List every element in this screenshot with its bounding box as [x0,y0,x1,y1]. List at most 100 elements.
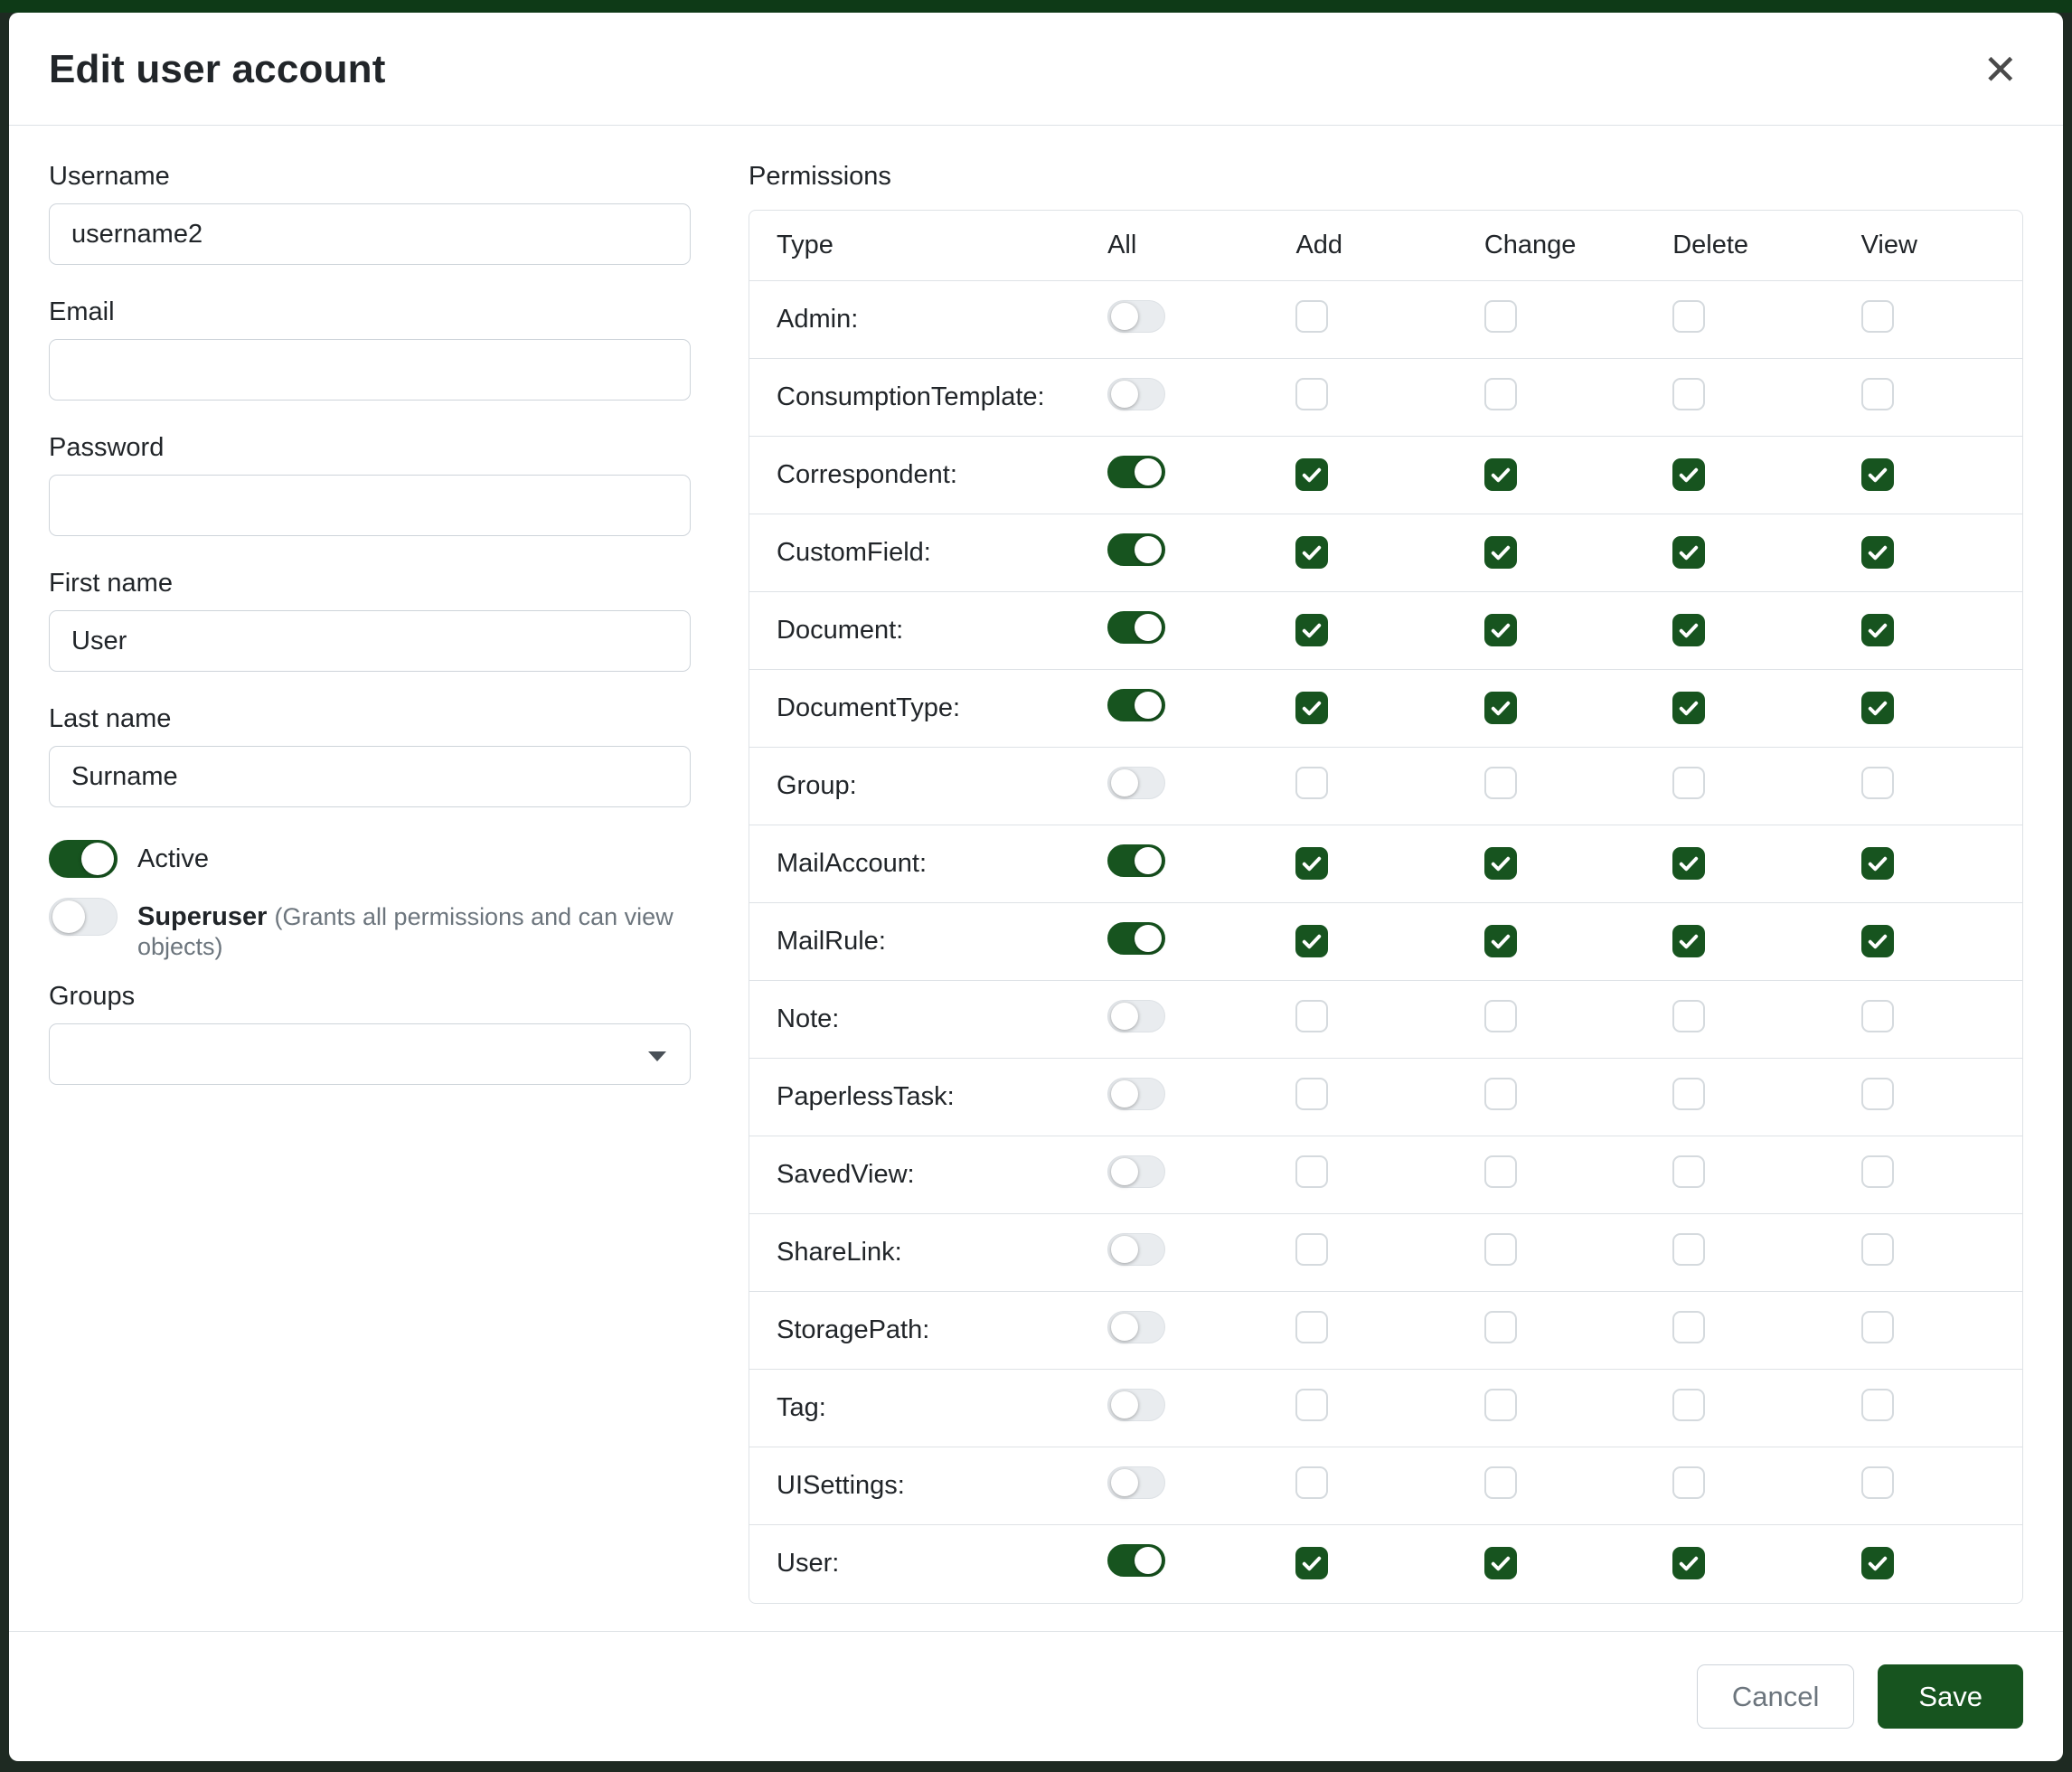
email-field[interactable] [49,339,691,401]
active-toggle[interactable] [49,840,118,878]
permission-change-checkbox[interactable] [1484,925,1517,957]
permission-delete-checkbox[interactable] [1672,1311,1705,1343]
permission-view-checkbox[interactable] [1861,1389,1894,1421]
permission-view-checkbox[interactable] [1861,378,1894,410]
permission-change-checkbox[interactable] [1484,1000,1517,1032]
permission-add-checkbox[interactable] [1295,1000,1328,1032]
save-button[interactable]: Save [1878,1664,2023,1729]
permission-all-toggle[interactable] [1107,611,1165,644]
permission-all-toggle[interactable] [1107,689,1165,721]
permission-add-checkbox[interactable] [1295,1155,1328,1188]
permission-change-checkbox[interactable] [1484,1311,1517,1343]
permission-view-checkbox[interactable] [1861,692,1894,724]
permission-view-checkbox[interactable] [1861,1078,1894,1110]
permission-view-checkbox[interactable] [1861,1547,1894,1579]
permission-all-toggle[interactable] [1107,844,1165,877]
permission-view-checkbox[interactable] [1861,536,1894,569]
permission-change-checkbox[interactable] [1484,1547,1517,1579]
permission-change-checkbox[interactable] [1484,1155,1517,1188]
permission-all-toggle[interactable] [1107,1000,1165,1032]
permission-view-checkbox[interactable] [1861,1466,1894,1499]
permission-view-checkbox[interactable] [1861,1155,1894,1188]
permission-add-checkbox[interactable] [1295,1466,1328,1499]
permission-view-checkbox[interactable] [1861,300,1894,333]
permission-add-checkbox[interactable] [1295,1311,1328,1343]
permission-view-checkbox[interactable] [1861,1311,1894,1343]
permission-change-cell [1457,1136,1645,1214]
permission-change-checkbox[interactable] [1484,1078,1517,1110]
permission-view-checkbox[interactable] [1861,458,1894,491]
permission-add-checkbox[interactable] [1295,300,1328,333]
groups-select[interactable] [49,1023,691,1085]
permission-add-checkbox[interactable] [1295,614,1328,646]
permission-delete-checkbox[interactable] [1672,378,1705,410]
permission-change-checkbox[interactable] [1484,300,1517,333]
permission-delete-checkbox[interactable] [1672,458,1705,491]
permission-change-checkbox[interactable] [1484,614,1517,646]
permission-view-checkbox[interactable] [1861,1233,1894,1266]
last-name-field[interactable] [49,746,691,807]
permission-delete-cell [1645,1136,1833,1214]
permission-delete-checkbox[interactable] [1672,1547,1705,1579]
permission-change-checkbox[interactable] [1484,378,1517,410]
permission-all-toggle[interactable] [1107,1544,1165,1577]
permission-change-checkbox[interactable] [1484,692,1517,724]
permission-add-checkbox[interactable] [1295,692,1328,724]
permission-view-checkbox[interactable] [1861,847,1894,880]
permission-change-checkbox[interactable] [1484,458,1517,491]
permission-delete-checkbox[interactable] [1672,300,1705,333]
permission-all-toggle[interactable] [1107,922,1165,955]
permission-all-toggle[interactable] [1107,1466,1165,1499]
permission-change-checkbox[interactable] [1484,1233,1517,1266]
password-field[interactable] [49,475,691,536]
permission-all-toggle[interactable] [1107,456,1165,488]
permission-all-toggle[interactable] [1107,378,1165,410]
permission-add-checkbox[interactable] [1295,458,1328,491]
permission-all-toggle[interactable] [1107,1155,1165,1188]
permission-delete-checkbox[interactable] [1672,536,1705,569]
permission-change-checkbox[interactable] [1484,767,1517,799]
permission-type: UISettings: [777,1471,905,1500]
permission-change-checkbox[interactable] [1484,1466,1517,1499]
permission-delete-checkbox[interactable] [1672,1000,1705,1032]
permission-view-checkbox[interactable] [1861,1000,1894,1032]
permission-delete-checkbox[interactable] [1672,767,1705,799]
permission-add-checkbox[interactable] [1295,847,1328,880]
permission-add-checkbox[interactable] [1295,1078,1328,1110]
cancel-button[interactable]: Cancel [1697,1664,1855,1729]
permission-add-checkbox[interactable] [1295,1389,1328,1421]
permission-change-checkbox[interactable] [1484,1389,1517,1421]
permission-add-checkbox[interactable] [1295,536,1328,569]
permission-delete-checkbox[interactable] [1672,1233,1705,1266]
permission-view-checkbox[interactable] [1861,925,1894,957]
username-input[interactable] [49,203,691,265]
permission-all-toggle[interactable] [1107,1078,1165,1110]
close-icon[interactable]: ✕ [1977,43,2023,96]
permission-delete-checkbox[interactable] [1672,1078,1705,1110]
superuser-toggle[interactable] [49,898,118,936]
permission-all-toggle[interactable] [1107,300,1165,333]
permission-delete-checkbox[interactable] [1672,614,1705,646]
permission-add-checkbox[interactable] [1295,1233,1328,1266]
permission-view-checkbox[interactable] [1861,614,1894,646]
permission-delete-checkbox[interactable] [1672,925,1705,957]
first-name-field[interactable] [49,610,691,672]
permission-add-checkbox[interactable] [1295,378,1328,410]
permission-add-checkbox[interactable] [1295,767,1328,799]
permission-change-cell [1457,903,1645,981]
permission-add-checkbox[interactable] [1295,1547,1328,1579]
permission-delete-checkbox[interactable] [1672,1389,1705,1421]
permission-change-checkbox[interactable] [1484,847,1517,880]
permission-add-checkbox[interactable] [1295,925,1328,957]
permission-all-toggle[interactable] [1107,1233,1165,1266]
permission-view-checkbox[interactable] [1861,767,1894,799]
permission-all-toggle[interactable] [1107,533,1165,566]
permission-all-toggle[interactable] [1107,767,1165,799]
permission-change-checkbox[interactable] [1484,536,1517,569]
permission-delete-checkbox[interactable] [1672,847,1705,880]
permission-all-toggle[interactable] [1107,1311,1165,1343]
permission-delete-checkbox[interactable] [1672,1466,1705,1499]
permission-delete-checkbox[interactable] [1672,692,1705,724]
permission-all-toggle[interactable] [1107,1389,1165,1421]
permission-delete-checkbox[interactable] [1672,1155,1705,1188]
